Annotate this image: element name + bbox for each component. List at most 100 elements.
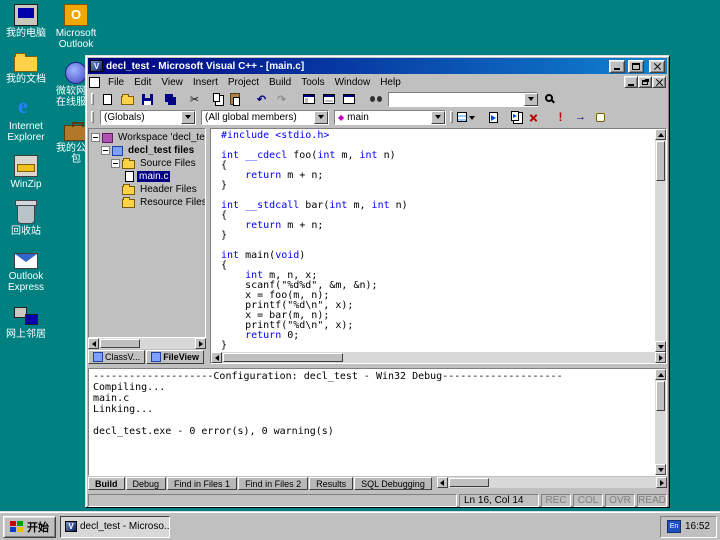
go-button[interactable] xyxy=(571,109,590,125)
filter-combo-arrow[interactable] xyxy=(314,111,328,124)
input-method-icon[interactable] xyxy=(667,520,681,533)
output-tab-debug[interactable]: Debug xyxy=(126,477,167,490)
stop-build-button[interactable] xyxy=(524,109,543,125)
desktop-icon-microsoft-outlook[interactable]: Microsoft Outlook xyxy=(52,4,100,50)
output-lines[interactable]: --------------------Configuration: decl_… xyxy=(89,369,655,475)
tree-folder-source[interactable]: Source Files xyxy=(91,157,205,170)
mdi-minimize-button[interactable] xyxy=(624,76,638,88)
minimize-button[interactable] xyxy=(609,60,625,73)
toolbar-grip[interactable] xyxy=(91,93,94,105)
workspace-tab-fileview[interactable]: FileView xyxy=(146,350,204,364)
output-tab-results[interactable]: Results xyxy=(309,477,353,490)
scrollbar-track[interactable] xyxy=(656,380,665,464)
expander-icon[interactable] xyxy=(91,133,100,142)
buildbar-grip[interactable] xyxy=(450,111,453,123)
taskbar-task-button[interactable]: decl_test - Microso... xyxy=(60,516,170,538)
menu-help[interactable]: Help xyxy=(375,76,406,89)
tree-folder-header[interactable]: Header Files xyxy=(91,183,205,196)
tree-project[interactable]: decl_test files xyxy=(91,144,205,157)
build-button[interactable] xyxy=(504,109,523,125)
scrollbar-thumb[interactable] xyxy=(656,381,665,411)
member-combo[interactable]: ◆ main xyxy=(334,110,446,125)
find-combo-input[interactable] xyxy=(392,93,524,105)
scrollbar-thumb[interactable] xyxy=(449,478,489,487)
redo-button[interactable] xyxy=(272,91,291,107)
menu-tools[interactable]: Tools xyxy=(296,76,329,89)
scroll-down-button[interactable] xyxy=(655,464,666,475)
editor-horizontal-scrollbar[interactable] xyxy=(211,352,666,363)
scroll-left-button[interactable] xyxy=(88,338,99,349)
workspace-tree[interactable]: Workspace 'decl_test': decl_test files S… xyxy=(88,128,206,338)
output-toggle-button[interactable] xyxy=(319,91,338,107)
scroll-up-button[interactable] xyxy=(655,129,666,140)
desktop-icon-internet-explorer[interactable]: Internet Explorer xyxy=(2,97,50,143)
save-all-button[interactable] xyxy=(158,91,177,107)
output-vertical-scrollbar[interactable] xyxy=(655,369,666,475)
mdi-close-button[interactable] xyxy=(652,76,666,88)
scroll-up-button[interactable] xyxy=(655,369,666,380)
scrollbar-track[interactable] xyxy=(656,140,665,341)
tree-root[interactable]: Workspace 'decl_test': xyxy=(91,131,205,144)
scroll-left-button[interactable] xyxy=(211,352,222,363)
tree-file-main-c[interactable]: main.c xyxy=(91,170,205,183)
scroll-right-button[interactable] xyxy=(656,477,667,488)
scrollbar-track[interactable] xyxy=(448,478,656,487)
class-combo[interactable]: (Globals) xyxy=(100,110,196,125)
new-file-button[interactable] xyxy=(98,91,117,107)
output-tab-find-in-files-1[interactable]: Find in Files 1 xyxy=(167,477,237,490)
output-tab-sql-debugging[interactable]: SQL Debugging xyxy=(354,477,432,490)
scrollbar-thumb[interactable] xyxy=(100,339,140,348)
menu-view[interactable]: View xyxy=(156,76,188,89)
breakpoint-button[interactable] xyxy=(591,109,610,125)
close-button[interactable] xyxy=(649,60,665,73)
tree-folder-resource[interactable]: Resource Files xyxy=(91,196,205,209)
code-editor[interactable]: #include <stdio.h> int __cdecl foo(int m… xyxy=(210,128,667,364)
document-icon[interactable] xyxy=(89,77,100,88)
find-in-files-button[interactable] xyxy=(366,91,385,107)
save-file-button[interactable] xyxy=(138,91,157,107)
menu-insert[interactable]: Insert xyxy=(188,76,223,89)
undo-button[interactable] xyxy=(252,91,271,107)
find-combo-arrow[interactable] xyxy=(524,93,538,106)
copy-button[interactable] xyxy=(205,91,224,107)
desktop-icon-recycle-bin[interactable]: 回收站 xyxy=(2,202,50,237)
expander-icon[interactable] xyxy=(111,159,120,168)
workspace-horizontal-scrollbar[interactable] xyxy=(88,338,206,349)
code-lines[interactable]: #include <stdio.h> int __cdecl foo(int m… xyxy=(211,129,655,352)
search-button[interactable] xyxy=(541,91,560,107)
workspace-toggle-button[interactable] xyxy=(299,91,318,107)
scroll-right-button[interactable] xyxy=(655,352,666,363)
desktop-icon-my-computer[interactable]: 我的电脑 xyxy=(2,4,50,39)
open-file-button[interactable] xyxy=(118,91,137,107)
menu-file[interactable]: File xyxy=(103,76,129,89)
class-combo-arrow[interactable] xyxy=(181,111,195,124)
window-list-button[interactable] xyxy=(339,91,358,107)
menu-edit[interactable]: Edit xyxy=(129,76,156,89)
desktop-icon-network-neighborhood[interactable]: 网上邻居 xyxy=(2,305,50,340)
output-tab-find-in-files-2[interactable]: Find in Files 2 xyxy=(238,477,308,490)
maximize-button[interactable] xyxy=(628,60,644,73)
desktop-icon-winzip[interactable]: WinZip xyxy=(2,155,50,190)
start-button[interactable]: 开始 xyxy=(3,516,56,538)
scrollbar-thumb[interactable] xyxy=(656,141,665,181)
execute-program-button[interactable] xyxy=(551,109,570,125)
scroll-left-button[interactable] xyxy=(437,477,448,488)
wizardbar-grip[interactable] xyxy=(91,111,94,123)
find-combo[interactable] xyxy=(388,92,538,107)
menu-build[interactable]: Build xyxy=(264,76,296,89)
output-horizontal-scrollbar[interactable] xyxy=(437,477,667,488)
member-combo-arrow[interactable] xyxy=(431,111,445,124)
output-tab-build[interactable]: Build xyxy=(88,477,125,490)
desktop-icon-outlook-express[interactable]: Outlook Express xyxy=(2,249,50,293)
title-bar[interactable]: decl_test - Microsoft Visual C++ - [main… xyxy=(88,58,667,74)
editor-vertical-scrollbar[interactable] xyxy=(655,129,666,352)
wizard-actions-button[interactable] xyxy=(457,109,476,125)
compile-button[interactable] xyxy=(484,109,503,125)
desktop-icon-my-documents[interactable]: 我的文档 xyxy=(2,51,50,85)
scrollbar-thumb[interactable] xyxy=(223,353,343,362)
scrollbar-track[interactable] xyxy=(99,339,195,348)
scroll-down-button[interactable] xyxy=(655,341,666,352)
menu-project[interactable]: Project xyxy=(223,76,264,89)
cut-button[interactable] xyxy=(185,91,204,107)
scroll-right-button[interactable] xyxy=(195,338,206,349)
